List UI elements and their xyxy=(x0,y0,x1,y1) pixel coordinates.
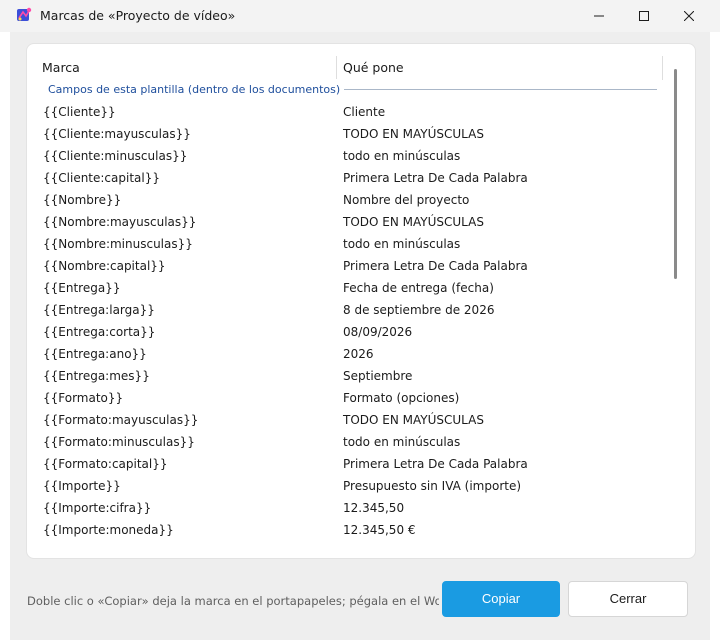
mark-key: {{Entrega:ano}} xyxy=(43,347,147,361)
mark-value: 2026 xyxy=(343,347,374,361)
marks-list-panel: Marca Qué pone Campos de esta plantilla … xyxy=(26,43,696,559)
mark-key: {{Importe}} xyxy=(43,479,121,493)
mark-key: {{Formato:minusculas}} xyxy=(43,435,195,449)
list-item[interactable]: {{Formato}} Formato (opciones) xyxy=(27,387,667,409)
mark-key: {{Entrega:larga}} xyxy=(43,303,155,317)
mark-value: 08/09/2026 xyxy=(343,325,413,339)
list-item[interactable]: {{Entrega:ano}} 2026 xyxy=(27,343,667,365)
mark-value: Formato (opciones) xyxy=(343,391,460,405)
mark-value: TODO EN MAYÚSCULAS xyxy=(343,127,484,141)
scrollbar-thumb[interactable] xyxy=(674,69,677,279)
close-icon xyxy=(684,11,694,21)
mark-value: Cliente xyxy=(343,105,386,119)
mark-key: {{Nombre}} xyxy=(43,193,122,207)
mark-key: {{Nombre:mayusculas}} xyxy=(43,215,197,229)
footer-hint: Doble clic o «Copiar» deja la marca en e… xyxy=(27,594,439,608)
list-item[interactable]: {{Entrega:larga}} 8 de septiembre de 2026 xyxy=(27,299,667,321)
mark-key: {{Formato:mayusculas}} xyxy=(43,413,199,427)
mark-value: todo en minúsculas xyxy=(343,149,461,163)
title-bar: Marcas de «Proyecto de vídeo» xyxy=(0,0,720,32)
list-item[interactable]: {{Cliente:capital}} Primera Letra De Cada… xyxy=(27,167,667,189)
list-item[interactable]: {{Nombre:mayusculas}} TODO EN MAYÚSCULAS xyxy=(27,211,667,233)
group-label: Campos de esta plantilla (dentro de los … xyxy=(48,79,345,101)
list-item[interactable]: {{Importe:cifra}} 12.345,50 xyxy=(27,497,667,519)
mark-key: {{Formato}} xyxy=(43,391,124,405)
mark-key: {{Nombre:minusculas}} xyxy=(43,237,193,251)
mark-value: Fecha de entrega (fecha) xyxy=(343,281,494,295)
list-item[interactable]: {{Importe}} Presupuesto sin IVA (importe) xyxy=(27,475,667,497)
list-item[interactable]: {{Entrega:mes}} Septiembre xyxy=(27,365,667,387)
mark-key: {{Importe:cifra}} xyxy=(43,501,152,515)
list-item[interactable]: {{Nombre}} Nombre del proyecto xyxy=(27,189,667,211)
mark-value: 12.345,50 € xyxy=(343,523,416,537)
close-window-button[interactable] xyxy=(666,0,712,32)
marks-list: {{Cliente}} Cliente {{Cliente:mayusculas}}… xyxy=(27,101,667,541)
window-edge-left xyxy=(0,32,10,640)
list-item[interactable]: {{Nombre:minusculas}} todo en minúsculas xyxy=(27,233,667,255)
mark-value: TODO EN MAYÚSCULAS xyxy=(343,413,484,427)
mark-value: todo en minúsculas xyxy=(343,237,461,251)
window-title: Marcas de «Proyecto de vídeo» xyxy=(40,8,236,23)
mark-value: Primera Letra De Cada Palabra xyxy=(343,259,528,273)
column-divider[interactable] xyxy=(336,56,337,80)
mark-key: {{Cliente:mayusculas}} xyxy=(43,127,191,141)
mark-key: {{Cliente:capital}} xyxy=(43,171,160,185)
list-item[interactable]: {{Nombre:capital}} Primera Letra De Cada … xyxy=(27,255,667,277)
column-divider[interactable] xyxy=(662,56,663,80)
mark-value: Primera Letra De Cada Palabra xyxy=(343,457,528,471)
mark-value: Presupuesto sin IVA (importe) xyxy=(343,479,522,493)
minimize-button[interactable] xyxy=(576,0,622,32)
mark-key: {{Importe:moneda}} xyxy=(43,523,174,537)
mark-value: Primera Letra De Cada Palabra xyxy=(343,171,528,185)
mark-value: 8 de septiembre de 2026 xyxy=(343,303,495,317)
mark-value: Nombre del proyecto xyxy=(343,193,470,207)
mark-key: {{Entrega:mes}} xyxy=(43,369,150,383)
copy-button[interactable]: Copiar xyxy=(442,581,560,617)
maximize-button[interactable] xyxy=(621,0,667,32)
list-item[interactable]: {{Formato:mayusculas}} TODO EN MAYÚSCULAS xyxy=(27,409,667,431)
mark-key: {{Cliente}} xyxy=(43,105,116,119)
list-item[interactable]: {{Cliente}} Cliente xyxy=(27,101,667,123)
minimize-icon xyxy=(594,15,604,17)
list-item[interactable]: {{Entrega}} Fecha de entrega (fecha) xyxy=(27,277,667,299)
app-icon xyxy=(17,7,32,21)
mark-key: {{Cliente:minusculas}} xyxy=(43,149,188,163)
group-header: Campos de esta plantilla (dentro de los … xyxy=(27,79,667,101)
list-item[interactable]: {{Formato:minusculas}} todo en minúsculas xyxy=(27,431,667,453)
mark-value: TODO EN MAYÚSCULAS xyxy=(343,215,484,229)
list-item[interactable]: {{Cliente:mayusculas}} TODO EN MAYÚSCULAS xyxy=(27,123,667,145)
mark-key: {{Nombre:capital}} xyxy=(43,259,166,273)
mark-key: {{Entrega:corta}} xyxy=(43,325,156,339)
list-item[interactable]: {{Entrega:corta}} 08/09/2026 xyxy=(27,321,667,343)
mark-key: {{Entrega}} xyxy=(43,281,121,295)
vertical-scrollbar[interactable] xyxy=(670,54,682,548)
close-button[interactable]: Cerrar xyxy=(568,581,688,617)
list-item[interactable]: {{Formato:capital}} Primera Letra De Cada… xyxy=(27,453,667,475)
mark-key: {{Formato:capital}} xyxy=(43,457,168,471)
window-edge-right xyxy=(710,32,720,640)
mark-value: 12.345,50 xyxy=(343,501,405,515)
mark-value: todo en minúsculas xyxy=(343,435,461,449)
list-item[interactable]: {{Cliente:minusculas}} todo en minúsculas xyxy=(27,145,667,167)
mark-value: Septiembre xyxy=(343,369,413,383)
maximize-icon xyxy=(639,11,649,21)
list-item[interactable]: {{Importe:moneda}} 12.345,50 € xyxy=(27,519,667,541)
